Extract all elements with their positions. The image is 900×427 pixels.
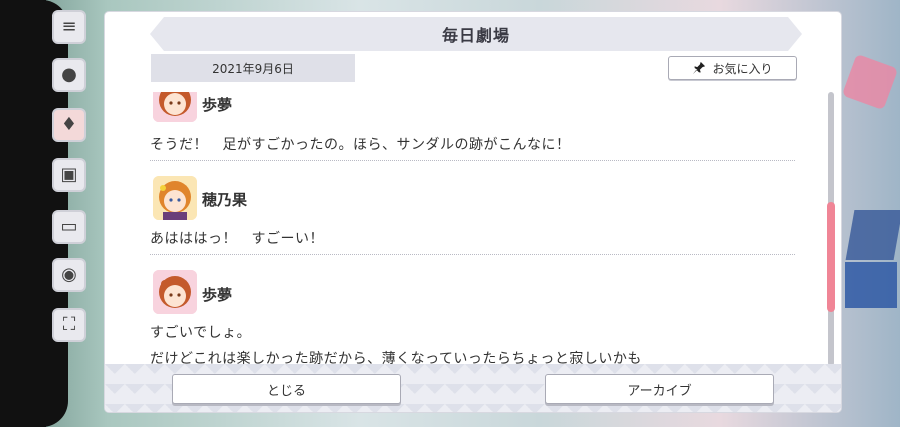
close-button[interactable]: とじる [172,374,401,404]
menu-icon[interactable]: ≡ [52,10,86,44]
avatar-honoka [153,176,197,220]
gift-icon[interactable]: ▣ [52,158,86,192]
decoration-shape [841,53,899,111]
favorite-label: お気に入り [712,61,773,76]
dialogue-line: あはははっ！ すごーい！ [150,231,324,247]
avatar-ayumu [153,270,197,314]
date-label: 2021年9月6日 [151,54,355,82]
dialogue-log[interactable]: 歩夢 そうだ！ 足がすごかったの。ほら、サンダルの跡がこんなに！ 穂乃果 あはは… [150,92,795,374]
speaker-name: 歩夢 [202,96,233,114]
avatar-ayumu [153,92,197,122]
favorite-button[interactable]: お気に入り [668,56,797,80]
speaker-name: 歩夢 [202,286,233,304]
archive-label: アーカイブ [627,383,692,399]
archive-button[interactable]: アーカイブ [545,374,774,404]
divider [150,254,795,255]
pin-icon [693,61,706,75]
close-label: とじる [266,383,306,399]
date-text: 2021年9月6日 [212,61,294,76]
phone-bezel [0,0,68,427]
present-icon[interactable]: ♦ [52,108,86,142]
decoration-shape [845,210,900,260]
dialogue-line: すごいでしょ。 [150,325,252,341]
fullscreen-icon[interactable]: ⛶ [52,308,86,342]
screen-icon[interactable]: ▭ [52,210,86,244]
camera-icon[interactable]: ◉ [52,258,86,292]
daily-theater-dialog: 毎日劇場 2021年9月6日 お気に入り 歩夢 そうだ！ 足がすごかったの。ほら… [105,12,841,412]
speaker-name: 穂乃果 [202,191,248,209]
divider [150,160,795,161]
decoration-shape [845,262,897,308]
dialogue-line: そうだ！ 足がすごかったの。ほら、サンダルの跡がこんなに！ [150,137,571,153]
chat-icon[interactable]: ● [52,58,86,92]
scrollbar-thumb[interactable] [827,202,835,312]
dialog-title: 毎日劇場 [441,26,510,45]
dialog-title-bar: 毎日劇場 [150,17,802,51]
